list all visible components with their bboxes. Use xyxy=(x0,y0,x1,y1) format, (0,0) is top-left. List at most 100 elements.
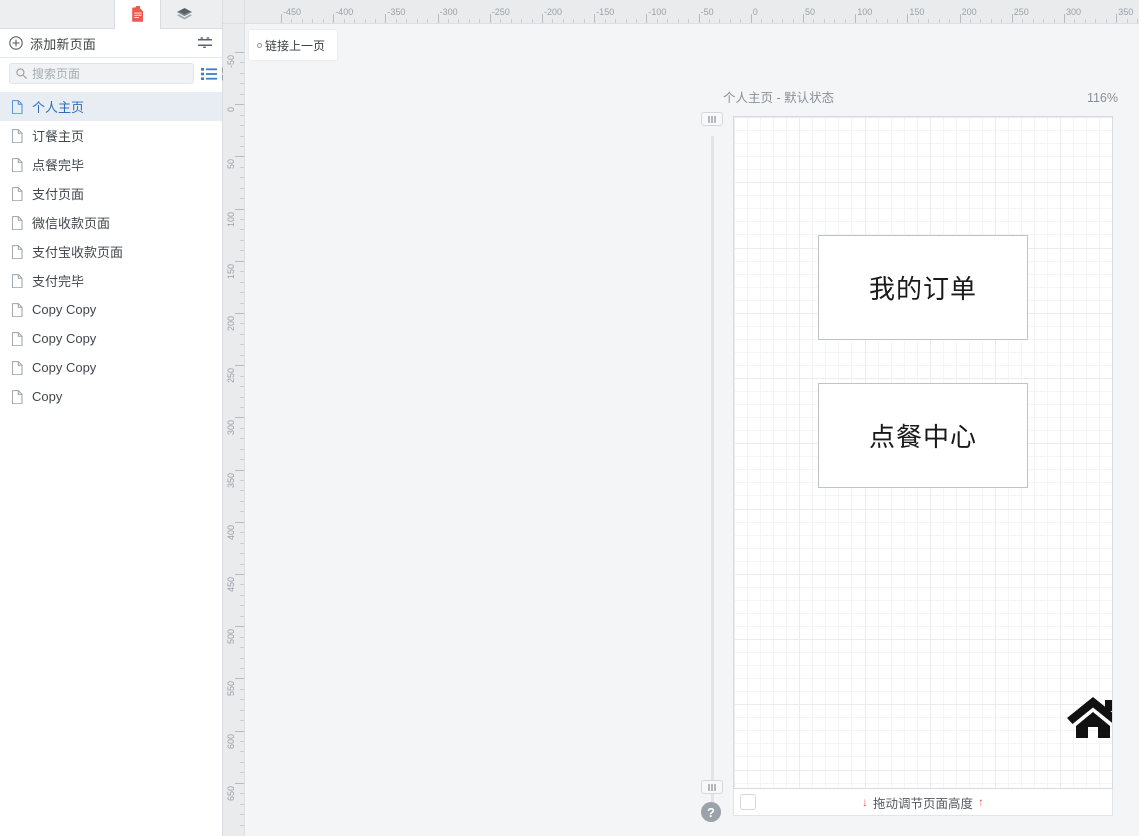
page-list-item-label: 点餐完毕 xyxy=(32,158,85,173)
ruler-subtick xyxy=(240,803,244,805)
grid-line xyxy=(734,534,1112,536)
ruler-subtick xyxy=(1032,19,1034,23)
list-icon[interactable] xyxy=(200,66,217,82)
add-page-row[interactable]: 添加新页面 xyxy=(0,29,222,58)
search-box[interactable] xyxy=(9,63,194,84)
ruler-tick xyxy=(1116,14,1118,23)
grid-line-major xyxy=(734,117,1112,118)
page-list-item[interactable]: 支付宝收款页面 xyxy=(0,237,222,266)
page-list-item[interactable]: 订餐主页 xyxy=(0,121,222,150)
ruler-subtick xyxy=(792,19,794,23)
page-canvas[interactable]: 我的订单 点餐中心 xyxy=(733,116,1113,789)
ruler-subtick xyxy=(240,187,244,189)
horizontal-ruler[interactable]: -450 -400 -350 -300 -250 -200 -150 -100 -50 0 50 10… xyxy=(245,0,1139,24)
ruler-subtick xyxy=(240,344,244,346)
link-previous-page-label[interactable]: 链接上一页 xyxy=(249,30,337,60)
ruler-label: 150 xyxy=(909,7,925,17)
page-list-item-label: Copy xyxy=(32,389,63,404)
pages-tab[interactable] xyxy=(114,0,161,29)
grid-line-major xyxy=(734,573,1112,575)
ruler-subtick xyxy=(479,19,481,23)
ruler-subtick xyxy=(1137,19,1139,23)
widget-order-center[interactable]: 点餐中心 xyxy=(818,383,1028,488)
ruler-subtick xyxy=(240,333,244,335)
ruler-label: -250 xyxy=(491,7,510,17)
ruler-label: 550 xyxy=(226,681,236,697)
ruler-subtick xyxy=(240,323,244,325)
grid-line xyxy=(734,665,1112,667)
ruler-subtick xyxy=(667,19,669,23)
ruler-subtick xyxy=(240,657,244,659)
grid-line xyxy=(1086,117,1088,788)
ruler-tick xyxy=(594,14,596,23)
ruler-subtick xyxy=(917,19,919,23)
widget-my-orders[interactable]: 我的订单 xyxy=(818,235,1028,340)
ruler-subtick xyxy=(583,19,585,23)
page-list-item[interactable]: Copy Copy xyxy=(0,353,222,382)
ruler-subtick xyxy=(740,19,742,23)
page-list-item[interactable]: 支付完毕 xyxy=(0,266,222,295)
ruler-label: -300 xyxy=(439,7,458,17)
page-height-resize-bar[interactable]: ↓ 拖动调节页面高度 ↑ xyxy=(733,789,1113,816)
ruler-label: -450 xyxy=(283,7,302,17)
page-list-item[interactable]: 点餐完毕 xyxy=(0,150,222,179)
ruler-subtick xyxy=(240,72,244,74)
ruler-subtick xyxy=(688,19,690,23)
ruler-subtick xyxy=(240,166,244,168)
ruler-label: -50 xyxy=(700,7,714,17)
page-list-item[interactable]: 支付页面 xyxy=(0,179,222,208)
ruler-subtick xyxy=(427,19,429,23)
ruler-subtick xyxy=(240,386,244,388)
grid-line xyxy=(1047,117,1049,788)
page-list-item[interactable]: 个人主页 xyxy=(0,92,222,121)
page-list-item[interactable]: Copy Copy xyxy=(0,324,222,353)
widget-home-icon[interactable] xyxy=(1065,694,1112,745)
ruler-subtick xyxy=(240,250,244,252)
ruler-subtick xyxy=(240,229,244,231)
ruler-subtick xyxy=(448,19,450,23)
page-list-item[interactable]: 微信收款页面 xyxy=(0,208,222,237)
grid-line-major xyxy=(734,508,1112,510)
ruler-subtick xyxy=(709,19,711,23)
ruler-subtick xyxy=(395,19,397,23)
ruler-tick xyxy=(235,365,244,367)
resize-handle[interactable] xyxy=(740,794,756,810)
sort-icon[interactable] xyxy=(198,37,212,49)
page-list-item[interactable]: Copy Copy xyxy=(0,295,222,324)
grid-line xyxy=(734,691,1112,693)
ruler-label: 200 xyxy=(961,7,977,17)
ruler-label: 100 xyxy=(857,7,873,17)
ruler-subtick xyxy=(240,114,244,116)
widget-my-orders-label: 我的订单 xyxy=(868,274,977,304)
ruler-label: 100 xyxy=(226,211,236,227)
ruler-label: 150 xyxy=(226,263,236,279)
ruler-subtick xyxy=(240,271,244,273)
ruler-subtick xyxy=(240,688,244,690)
ruler-subtick xyxy=(240,500,244,502)
help-button[interactable]: ? xyxy=(701,802,721,822)
guide-handle-bottom[interactable] xyxy=(701,780,723,794)
canvas-workspace[interactable]: 链接上一页 个人主页 - 默认状态 116% ? 我的订单 点餐中心 ↓ 拖动调… xyxy=(245,24,1139,836)
page-file-icon xyxy=(12,215,25,230)
ruler-subtick xyxy=(928,19,930,23)
grid-line xyxy=(760,117,762,788)
search-input[interactable] xyxy=(32,66,187,81)
grid-line xyxy=(734,351,1112,353)
ruler-tick xyxy=(855,14,857,23)
grid-line xyxy=(734,756,1112,758)
ruler-subtick xyxy=(677,19,679,23)
ruler-tick xyxy=(235,574,244,575)
ruler-label: 300 xyxy=(226,420,236,436)
page-list-item[interactable]: Copy xyxy=(0,382,222,411)
ruler-subtick xyxy=(240,636,244,638)
vertical-guide-rail[interactable] xyxy=(711,136,714,804)
ruler-subtick xyxy=(240,375,244,377)
guide-handle-top[interactable] xyxy=(701,112,723,126)
ruler-subtick xyxy=(240,62,244,64)
grid-line xyxy=(734,130,1112,132)
page-list-item-label: Copy Copy xyxy=(32,360,97,375)
ruler-subtick xyxy=(374,19,376,23)
ruler-subtick xyxy=(949,19,951,23)
layers-tab[interactable] xyxy=(161,0,208,29)
vertical-ruler[interactable]: -50 0 50 100 150 200 250 300 350 400 450 500 550 600 6… xyxy=(223,24,245,836)
